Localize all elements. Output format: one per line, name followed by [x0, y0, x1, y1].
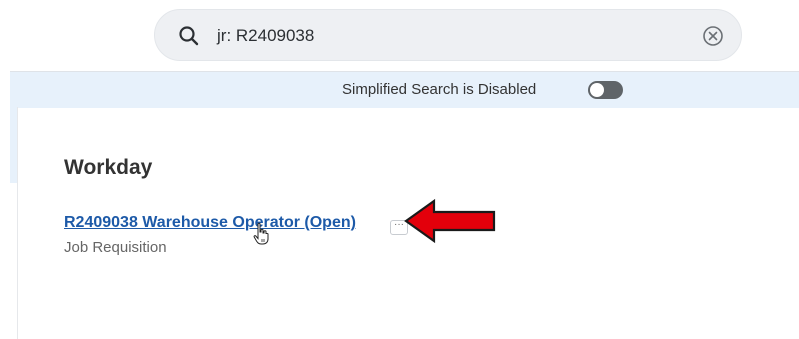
red-arrow-annotation	[404, 198, 496, 244]
hand-cursor-icon	[253, 222, 269, 246]
result-title-link[interactable]: R2409038 Warehouse Operator (Open)	[64, 213, 356, 233]
search-input[interactable]: jr: R2409038	[217, 24, 314, 48]
left-panel-divider	[17, 107, 18, 339]
simplified-search-banner: Simplified Search is Disabled	[10, 71, 799, 108]
clear-icon[interactable]	[701, 24, 725, 48]
search-bar[interactable]: jr: R2409038	[154, 9, 742, 61]
result-type-label: Job Requisition	[64, 239, 167, 256]
simplified-search-label: Simplified Search is Disabled	[342, 81, 537, 98]
results-section-title: Workday	[64, 156, 153, 179]
more-icon: ···	[394, 219, 404, 230]
page: jr: R2409038 Simplified Search is Disabl…	[0, 0, 799, 339]
search-icon	[177, 24, 201, 48]
simplified-search-toggle[interactable]	[588, 81, 623, 99]
toggle-knob	[590, 83, 604, 97]
